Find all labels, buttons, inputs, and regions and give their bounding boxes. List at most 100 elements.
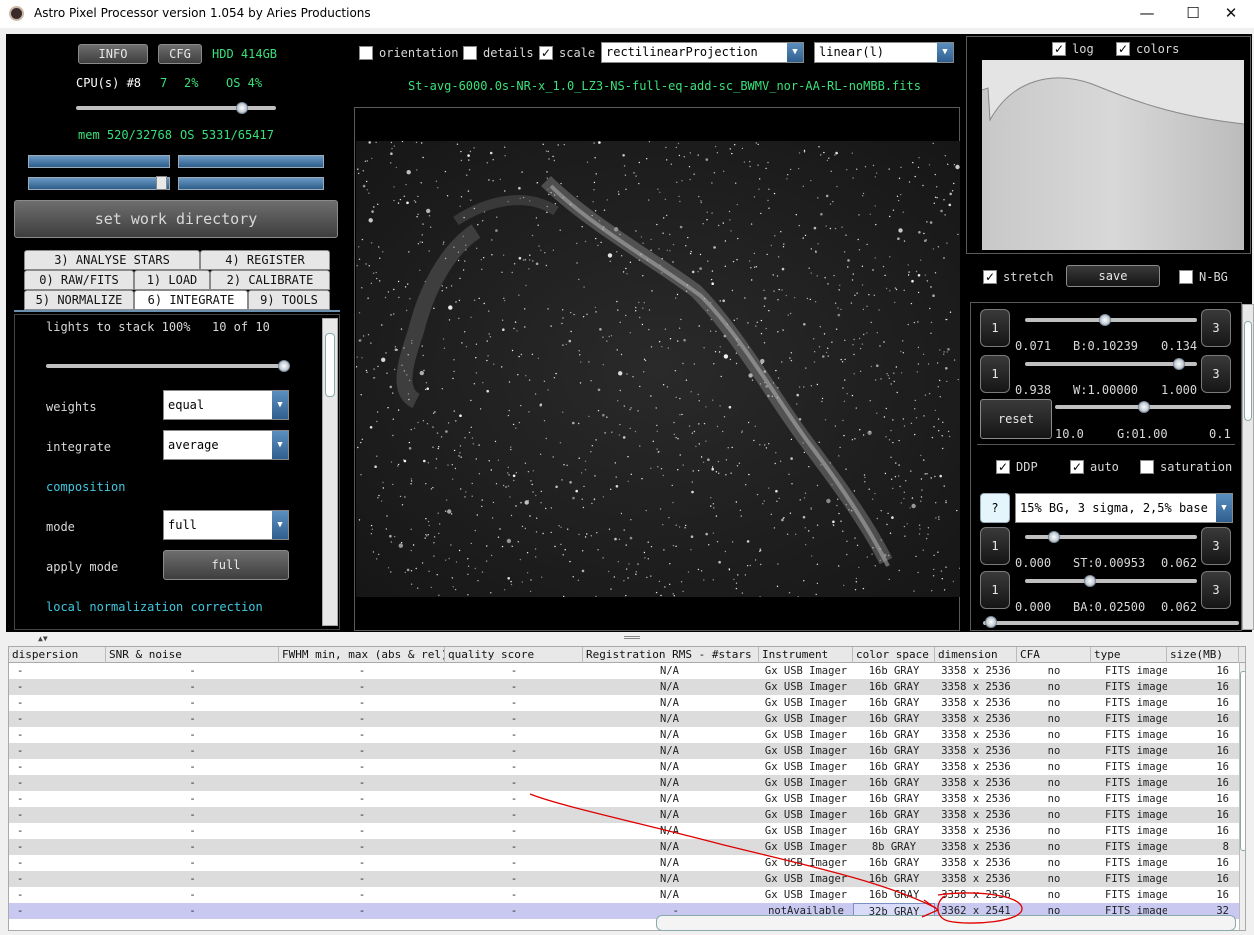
ba-slider-knob[interactable]: [1084, 575, 1096, 587]
col-registration-rms[interactable]: Registration RMS - #stars: [583, 647, 759, 663]
save-button[interactable]: save: [1066, 265, 1160, 287]
col-cfa[interactable]: CFA: [1017, 647, 1091, 663]
table-row[interactable]: - - - - N/A Gx USB Imager 16b GRAY 3358 x 2536 n…: [9, 679, 1239, 695]
tab-register[interactable]: 4) REGISTER: [200, 250, 330, 270]
w-increase-button[interactable]: 3: [1201, 355, 1231, 393]
b-increase-button[interactable]: 3: [1201, 309, 1231, 347]
reset-button[interactable]: reset: [980, 399, 1052, 439]
integrate-select[interactable]: average ▼: [163, 430, 289, 460]
tab-calibrate[interactable]: 2) CALIBRATE: [210, 270, 330, 290]
ddp-checkbox[interactable]: ✓: [996, 460, 1010, 474]
memory-bar-handle[interactable]: [156, 176, 167, 190]
minimize-button[interactable]: —: [1124, 0, 1170, 28]
lights-slider-track[interactable]: [46, 364, 290, 368]
integrate-scrollbar-thumb[interactable]: [325, 333, 335, 397]
saturation-checkbox[interactable]: [1140, 460, 1154, 474]
stretch-scrollbar-thumb[interactable]: [1244, 321, 1252, 421]
cell-instrument: Gx USB Imager: [764, 809, 848, 821]
table-row[interactable]: - - - - N/A Gx USB Imager 16b GRAY 3358 x 2536 n…: [9, 775, 1239, 791]
table-row[interactable]: - - - - N/A Gx USB Imager 16b GRAY 3358 x 2536 n…: [9, 695, 1239, 711]
splitter-grip-icon[interactable]: [624, 636, 640, 639]
nebula-image[interactable]: [356, 141, 960, 597]
table-scrollbar-thumb[interactable]: [1240, 671, 1245, 851]
cell-registration-rms: N/A: [660, 681, 679, 693]
table-row[interactable]: - - - - N/A Gx USB Imager 16b GRAY 3358 x 2536 n…: [9, 887, 1239, 903]
lights-slider-knob[interactable]: [278, 360, 290, 372]
col-dispersion[interactable]: dispersion: [9, 647, 106, 663]
log-checkbox[interactable]: ✓: [1052, 42, 1066, 56]
st-increase-button[interactable]: 3: [1201, 527, 1231, 565]
tab-normalize[interactable]: 5) NORMALIZE: [24, 290, 134, 310]
cell-dimension: 3358 x 2536: [941, 777, 1011, 789]
image-viewer[interactable]: [354, 107, 960, 631]
b-slider-knob[interactable]: [1099, 314, 1111, 326]
info-button[interactable]: INFO: [78, 44, 148, 64]
tab-analyse-stars[interactable]: 3) ANALYSE STARS: [24, 250, 200, 270]
table-row[interactable]: - - - - N/A Gx USB Imager 16b GRAY 3358 x 2536 n…: [9, 663, 1239, 679]
table-row[interactable]: - - - - N/A Gx USB Imager 16b GRAY 3358 x 2536 n…: [9, 791, 1239, 807]
st-decrease-button[interactable]: 1: [980, 527, 1010, 565]
n-bg-checkbox[interactable]: [1179, 270, 1193, 284]
orientation-checkbox[interactable]: [359, 46, 373, 60]
table-row[interactable]: - - - - N/A Gx USB Imager 8b GRAY 3358 x 2536 no…: [9, 839, 1239, 855]
tab-load[interactable]: 1) LOAD: [134, 270, 210, 290]
panel-splitter[interactable]: ▲▼: [0, 632, 1254, 644]
ba-increase-button[interactable]: 3: [1201, 571, 1231, 609]
tab-raw-fits[interactable]: 0) RAW/FITS: [24, 270, 134, 290]
tab-integrate[interactable]: 6) INTEGRATE: [134, 290, 248, 310]
ddp-preset-select[interactable]: 15% BG, 3 sigma, 2,5% base ▼: [1015, 493, 1233, 523]
projection-select[interactable]: rectilinearProjection ▼: [601, 42, 804, 63]
table-row[interactable]: - - - - N/A Gx USB Imager 16b GRAY 3358 x 2536 n…: [9, 711, 1239, 727]
col-color-space[interactable]: color space: [853, 647, 935, 663]
col-type[interactable]: type: [1091, 647, 1167, 663]
b-slider-track[interactable]: [1025, 318, 1197, 322]
apply-mode-button[interactable]: full: [163, 550, 289, 580]
ba-decrease-button[interactable]: 1: [980, 571, 1010, 609]
table-row[interactable]: - - - - N/A Gx USB Imager 16b GRAY 3358 x 2536 n…: [9, 743, 1239, 759]
scale-checkbox[interactable]: ✓: [539, 46, 553, 60]
tab-tools[interactable]: 9) TOOLS: [248, 290, 330, 310]
col-instrument[interactable]: Instrument: [759, 647, 853, 663]
g-slider-knob[interactable]: [1138, 401, 1150, 413]
col-size[interactable]: size(MB): [1167, 647, 1239, 663]
table-row[interactable]: - - - - N/A Gx USB Imager 16b GRAY 3358 x 2536 n…: [9, 855, 1239, 871]
saturation-slider-knob[interactable]: [985, 616, 997, 628]
table-row[interactable]: - - - - N/A Gx USB Imager 16b GRAY 3358 x 2536 n…: [9, 807, 1239, 823]
integrate-scrollbar[interactable]: [322, 318, 338, 626]
ba-slider-track[interactable]: [1025, 579, 1197, 583]
details-checkbox[interactable]: [463, 46, 477, 60]
cell-quality-score: -: [510, 793, 518, 805]
w-slider-knob[interactable]: [1173, 358, 1185, 370]
mode-select[interactable]: full ▼: [163, 510, 289, 540]
cell-fwhm: -: [358, 697, 366, 709]
stretch-function-select[interactable]: linear(l) ▼: [814, 42, 954, 63]
col-quality-score[interactable]: quality score: [445, 647, 583, 663]
table-horizontal-scrollbar[interactable]: [656, 915, 1236, 931]
splitter-arrows-icon[interactable]: ▲▼: [38, 634, 48, 643]
cfg-button[interactable]: CFG: [158, 44, 202, 64]
saturation-slider-track[interactable]: [983, 621, 1239, 625]
histogram-plot[interactable]: [982, 60, 1244, 250]
cell-color-space: 16b GRAY: [868, 713, 920, 725]
cpu-slider-knob[interactable]: [236, 102, 248, 114]
stretch-checkbox[interactable]: ✓: [983, 270, 997, 284]
table-row[interactable]: - - - - N/A Gx USB Imager 16b GRAY 3358 x 2536 n…: [9, 823, 1239, 839]
auto-checkbox[interactable]: ✓: [1070, 460, 1084, 474]
help-button[interactable]: ?: [980, 493, 1010, 523]
st-slider-knob[interactable]: [1048, 531, 1060, 543]
stretch-scrollbar[interactable]: [1242, 304, 1254, 630]
table-row[interactable]: - - - - N/A Gx USB Imager 16b GRAY 3358 x 2536 n…: [9, 727, 1239, 743]
table-scrollbar[interactable]: [1239, 663, 1245, 930]
col-dimension[interactable]: dimension: [935, 647, 1017, 663]
table-row[interactable]: - - - - N/A Gx USB Imager 16b GRAY 3358 x 2536 n…: [9, 759, 1239, 775]
col-fwhm[interactable]: FWHM min, max (abs & rel): [279, 647, 445, 663]
w-slider-track[interactable]: [1025, 362, 1197, 366]
colors-checkbox[interactable]: ✓: [1116, 42, 1130, 56]
w-decrease-button[interactable]: 1: [980, 355, 1010, 393]
table-row[interactable]: - - - - N/A Gx USB Imager 16b GRAY 3358 x 2536 n…: [9, 871, 1239, 887]
col-snr-noise[interactable]: SNR & noise: [106, 647, 279, 663]
weights-select[interactable]: equal ▼: [163, 390, 289, 420]
b-decrease-button[interactable]: 1: [980, 309, 1010, 347]
set-work-directory-button[interactable]: set work directory: [14, 200, 338, 238]
close-button[interactable]: ✕: [1208, 0, 1254, 28]
